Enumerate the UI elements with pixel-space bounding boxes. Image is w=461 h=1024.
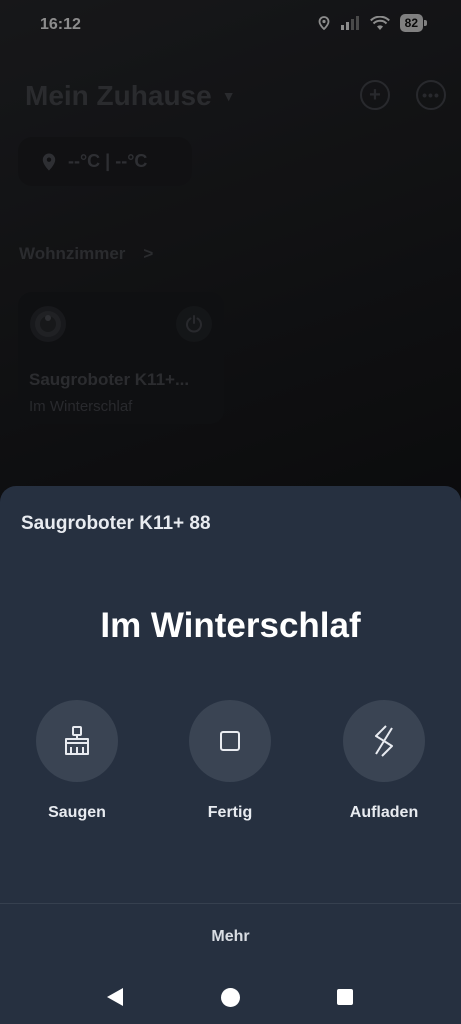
charge-icon [375, 725, 393, 757]
vacuum-button[interactable] [36, 700, 118, 782]
finish-button[interactable] [189, 700, 271, 782]
broom-icon [65, 726, 89, 755]
home-icon[interactable] [221, 988, 240, 1007]
sheet-divider [0, 903, 461, 904]
recent-apps-icon[interactable] [337, 989, 353, 1005]
sheet-device-name: Saugroboter K11+ 88 [21, 513, 211, 534]
system-nav-bar [0, 974, 461, 1024]
more-button[interactable]: Mehr [0, 928, 461, 946]
finish-label: Fertig [207, 804, 253, 821]
stop-square-icon [220, 731, 240, 751]
charge-button[interactable] [343, 700, 425, 782]
vacuum-action[interactable]: Saugen [22, 700, 132, 822]
device-control-sheet: Saugroboter K11+ 88 Im Winterschlaf Saug… [0, 486, 461, 1024]
sheet-device-state: Im Winterschlaf [100, 606, 361, 645]
charge-label: Aufladen [349, 804, 419, 821]
back-icon[interactable] [107, 988, 123, 1006]
vacuum-label: Saugen [48, 804, 106, 821]
finish-action[interactable]: Fertig [175, 700, 285, 822]
charge-action[interactable]: Aufladen [329, 700, 439, 822]
